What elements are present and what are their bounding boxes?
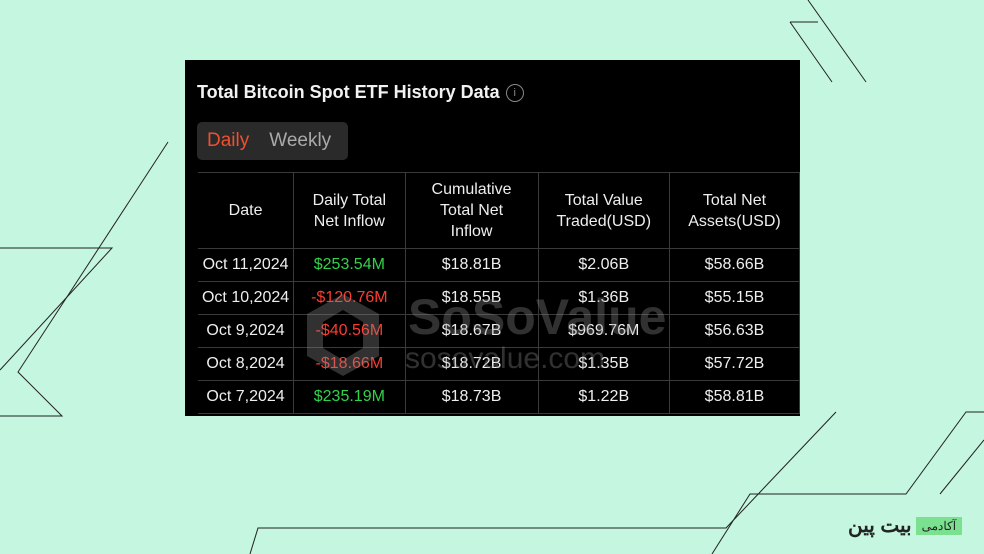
column-header-cumulative-inflow[interactable]: Cumulative Total Net Inflow (404, 172, 539, 249)
daily-inflow-cell: -$40.56M (293, 314, 406, 348)
net-assets-cell: $56.63B (668, 314, 800, 348)
daily-inflow-cell: -$120.76M (293, 281, 406, 315)
table-header-row: Date Daily Total Net Inflow Cumulative T… (198, 172, 800, 249)
date-cell: Oct 10,2024 (198, 281, 295, 315)
table-row[interactable]: Oct 8,2024 -$18.66M $18.72B $1.35B $57.72B (198, 347, 800, 381)
cumulative-inflow-cell: $18.67B (404, 314, 539, 348)
info-icon[interactable]: i (505, 83, 524, 102)
column-header-daily-inflow[interactable]: Daily Total Net Inflow (293, 172, 406, 249)
table-row[interactable]: Oct 11,2024 $253.54M $18.81B $2.06B $58.66B (198, 248, 800, 282)
panel-title: Total Bitcoin Spot ETF History Data i (197, 82, 524, 103)
daily-inflow-cell: $235.19M (293, 380, 406, 414)
tab-daily[interactable]: Daily (197, 130, 259, 152)
column-header-net-assets[interactable]: Total Net Assets(USD) (668, 172, 800, 249)
daily-inflow-cell: -$18.66M (293, 347, 406, 381)
value-traded-cell: $1.35B (537, 347, 670, 381)
etf-history-panel: Total Bitcoin Spot ETF History Data i Da… (185, 60, 800, 416)
history-table: Date Daily Total Net Inflow Cumulative T… (198, 172, 800, 414)
table-row[interactable]: Oct 7,2024 $235.19M $18.73B $1.22B $58.81B (198, 380, 800, 414)
table-row[interactable]: Oct 10,2024 -$120.76M $18.55B $1.36B $55.15B (198, 281, 800, 315)
column-header-value-traded[interactable]: Total Value Traded(USD) (537, 172, 670, 249)
period-toggle: Daily Weekly (197, 122, 348, 160)
net-assets-cell: $58.66B (668, 248, 800, 282)
bitpin-academy-logo: بیت پین آکادمی (848, 513, 963, 538)
value-traded-cell: $2.06B (537, 248, 670, 282)
tab-weekly[interactable]: Weekly (259, 130, 341, 152)
value-traded-cell: $1.22B (537, 380, 670, 414)
cumulative-inflow-cell: $18.81B (404, 248, 539, 282)
date-cell: Oct 8,2024 (198, 347, 295, 381)
value-traded-cell: $1.36B (537, 281, 670, 315)
date-cell: Oct 7,2024 (198, 380, 295, 414)
column-header-date[interactable]: Date (198, 172, 295, 249)
date-cell: Oct 9,2024 (198, 314, 295, 348)
value-traded-cell: $969.76M (537, 314, 670, 348)
daily-inflow-cell: $253.54M (293, 248, 406, 282)
table-row[interactable]: Oct 9,2024 -$40.56M $18.67B $969.76M $56.63B (198, 314, 800, 348)
cumulative-inflow-cell: $18.72B (404, 347, 539, 381)
net-assets-cell: $55.15B (668, 281, 800, 315)
net-assets-cell: $57.72B (668, 347, 800, 381)
cumulative-inflow-cell: $18.55B (404, 281, 539, 315)
cumulative-inflow-cell: $18.73B (404, 380, 539, 414)
net-assets-cell: $58.81B (668, 380, 800, 414)
date-cell: Oct 11,2024 (198, 248, 295, 282)
